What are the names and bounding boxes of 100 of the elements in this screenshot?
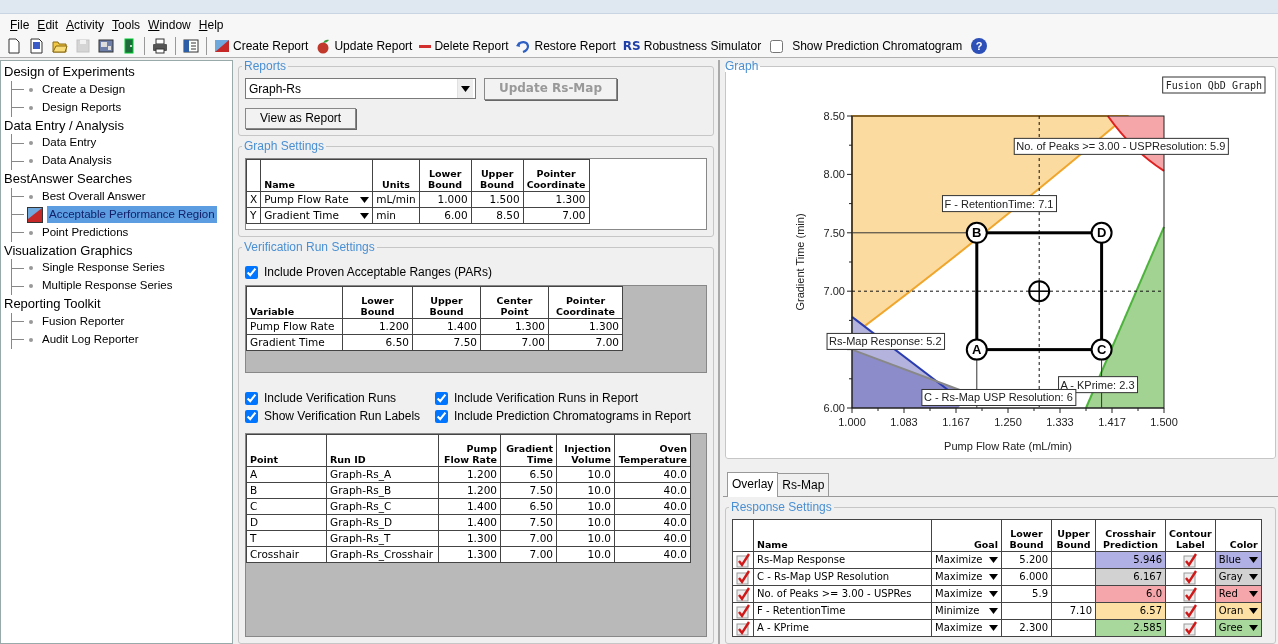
checkbox-label: Include Proven Acceptable Ranges (PARs)	[264, 264, 492, 282]
printer-button[interactable]	[150, 37, 170, 55]
column-header: Contour Label	[1165, 519, 1216, 552]
tree-section[interactable]: Reporting Toolkit	[3, 295, 232, 313]
table-cell: 5.200	[1001, 551, 1052, 569]
axis-dropdown[interactable]: Gradient Time	[260, 207, 373, 224]
table-cell: 7.00	[500, 530, 557, 547]
template-document-icon	[29, 38, 45, 54]
group-title: Graph	[724, 60, 760, 72]
window-button[interactable]	[181, 37, 201, 55]
column-header: Upper Bound	[471, 159, 524, 192]
menu-item[interactable]: Edit	[37, 15, 59, 34]
checkbox[interactable]	[1183, 620, 1198, 636]
menu-item[interactable]: Tools	[112, 15, 141, 34]
tree-item[interactable]: Audit Log Reporter	[42, 330, 139, 349]
table-cell: Rs-Map Response	[753, 551, 932, 569]
table-cell: Graph-Rs_B	[326, 482, 439, 499]
tree-section[interactable]: BestAnswer Searches	[3, 170, 232, 188]
view-report-button[interactable]: View as Report	[245, 107, 357, 130]
menu-item[interactable]: File	[10, 15, 30, 34]
picture-button[interactable]	[96, 37, 116, 55]
tick-label: 6.00	[823, 402, 845, 414]
checkbox[interactable]	[245, 409, 258, 423]
table-cell: 7.00	[523, 207, 590, 224]
table-cell: 10.0	[556, 466, 615, 483]
tree-item[interactable]: Design Reports	[42, 98, 122, 117]
menu-item[interactable]: Help	[198, 15, 224, 34]
table-cell: 10.0	[556, 482, 615, 499]
checkbox[interactable]	[736, 620, 750, 636]
menu-item[interactable]: Activity	[66, 15, 105, 34]
caret-icon	[1248, 608, 1258, 614]
table-cell: 10.0	[556, 530, 615, 547]
table-cell: 1.300	[548, 318, 623, 335]
report-dropdown[interactable]: Graph-Rs	[245, 78, 476, 100]
table-cell: 7.00	[500, 546, 557, 563]
axis-dropdown[interactable]: Pump Flow Rate	[260, 191, 373, 208]
checkbox[interactable]	[770, 39, 784, 53]
table-cell: 6.50	[342, 334, 413, 351]
help-icon[interactable]: ?	[971, 38, 988, 54]
goal-dropdown[interactable]: Maximize	[931, 551, 1002, 569]
table-cell: 1.200	[342, 318, 413, 335]
goal-dropdown[interactable]: Maximize	[931, 568, 1002, 586]
checkbox[interactable]	[1183, 569, 1198, 585]
design-point: C	[1090, 338, 1113, 361]
toolbar-button[interactable]: Restore Report	[513, 37, 618, 55]
tab[interactable]: Rs-Map	[777, 473, 830, 496]
tree-item[interactable]: Data Entry	[42, 134, 97, 152]
column-header: Point	[246, 434, 327, 467]
column-header: Upper Bound	[412, 286, 481, 319]
annotation: C - Rs-Map USP Resolution: 6	[923, 391, 1073, 404]
checkbox[interactable]	[435, 391, 448, 405]
series-label: B	[972, 225, 982, 241]
checkbox[interactable]	[736, 569, 750, 585]
checkbox[interactable]	[1183, 603, 1198, 619]
caret-icon	[1248, 574, 1258, 580]
callout-label: No. of Peaks >= 3.00 - USPResolution: 5.9	[1013, 137, 1229, 155]
goal-dropdown[interactable]: Maximize	[931, 619, 1002, 637]
design-point: A	[965, 338, 988, 361]
tree-item[interactable]: Acceptable Performance Region	[47, 205, 217, 224]
bullet-icon	[29, 230, 33, 235]
column-header: Goal	[931, 519, 1002, 552]
table-cell: Pump Flow Rate	[246, 318, 343, 335]
callout-label: F - RetentionTime: 7.1	[942, 195, 1057, 213]
toolbar-button[interactable]: Update Report	[313, 37, 415, 55]
tree-item[interactable]: Best Overall Answer	[42, 187, 146, 206]
checkbox[interactable]	[736, 552, 750, 568]
checkbox[interactable]	[736, 603, 750, 619]
goal-dropdown[interactable]: Maximize	[931, 585, 1002, 603]
callout-label: A - KPrime: 2.3	[1058, 376, 1139, 394]
tree-section[interactable]: Design of Experiments	[3, 63, 232, 81]
checkbox[interactable]	[736, 586, 750, 602]
tree-item[interactable]: Create a Design	[42, 80, 126, 99]
checkbox[interactable]	[245, 265, 258, 279]
checkbox[interactable]	[245, 391, 258, 405]
menu-item[interactable]: Window	[148, 15, 191, 34]
tree-section[interactable]: Visualization Graphics	[3, 241, 232, 259]
table-cell: mL/min	[372, 191, 420, 208]
tick-label: 7.50	[823, 226, 845, 239]
goal-dropdown[interactable]: Minimize	[931, 602, 1002, 620]
bullet-icon	[29, 319, 33, 324]
tree-item[interactable]: Single Response Series	[42, 259, 165, 277]
checkbox[interactable]	[1183, 552, 1198, 568]
toolbar-button[interactable]: RS Robustness Simulator	[620, 39, 764, 53]
callout-label: C - Rs-Map USP Resolution: 6	[921, 389, 1077, 406]
toolbar-button[interactable]: Create Report	[212, 37, 311, 55]
caret-icon	[989, 574, 998, 580]
toolbar-button[interactable]: Delete Report	[417, 39, 511, 53]
group-title: Graph Settings	[243, 140, 326, 153]
tree-item[interactable]: Point Predictions	[42, 223, 129, 242]
table-cell: 6.50	[500, 498, 557, 515]
tree-item[interactable]: Multiple Response Series	[42, 277, 173, 295]
report-icon	[214, 38, 230, 54]
annotation: A - KPrime: 2.3	[1060, 378, 1135, 391]
tab[interactable]: Overlay	[727, 472, 779, 497]
tick-label: 8.50	[823, 110, 845, 122]
tree-item[interactable]: Fusion Reporter	[42, 312, 125, 331]
tree-section[interactable]: Data Entry / Analysis	[3, 116, 232, 134]
checkbox[interactable]	[435, 409, 448, 423]
tree-item[interactable]: Data Analysis	[42, 152, 112, 170]
checkbox[interactable]	[1183, 586, 1198, 602]
